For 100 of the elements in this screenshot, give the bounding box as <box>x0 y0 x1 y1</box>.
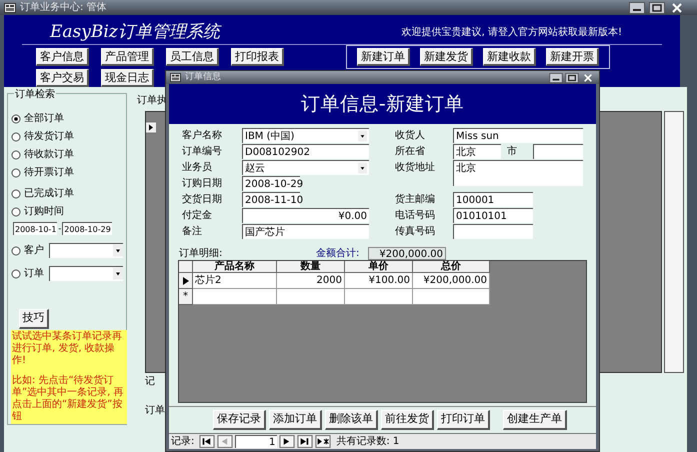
date-field[interactable]: 2008-11-10 <box>242 192 300 207</box>
radio-button[interactable] <box>11 150 21 160</box>
welcome-text: 欢迎提供宝贵建议, 请登入官方网站获取最新版本! <box>402 26 622 40</box>
radio-button[interactable] <box>11 206 21 216</box>
maximize-icon[interactable] <box>649 2 665 14</box>
maximize-icon[interactable] <box>565 72 579 82</box>
date-field[interactable]: 2008-10-29 <box>62 222 112 235</box>
record-label: 记 <box>145 375 156 389</box>
table-cell <box>277 289 345 305</box>
action-button[interactable]: 创建生产单 <box>503 410 567 430</box>
radio-label: 待发货订单 <box>24 130 74 144</box>
action-button[interactable]: 前往发货 <box>381 410 434 430</box>
field-value: 赵云 <box>245 162 265 175</box>
column-header: 单价 <box>345 261 413 273</box>
input-field[interactable]: 01010101 <box>453 208 533 223</box>
date-field[interactable]: 2008-10-29 <box>242 176 300 191</box>
input-field[interactable]: 北京 <box>453 144 501 159</box>
radio-button[interactable] <box>11 132 21 142</box>
radio-label: 客户 <box>24 244 44 258</box>
field-label: 交货日期 <box>182 192 223 207</box>
quick-action-button[interactable]: 新建收款 <box>483 48 536 66</box>
dropdown-field[interactable] <box>49 266 123 281</box>
navigator-label: 记录: <box>171 435 194 449</box>
new-record-icon[interactable] <box>315 435 332 448</box>
quick-action-button[interactable]: 新建订单 <box>357 48 410 66</box>
field-label: 电话号码 <box>395 208 436 223</box>
input-field[interactable] <box>533 144 583 159</box>
tip-text: 比如: 先点击“待发货订单”选中其中一条记录, 再点击上面的“新建发货”按钮 <box>12 375 125 423</box>
amount-field[interactable]: ¥0.00 <box>242 208 369 223</box>
row-marker-icon <box>146 122 156 133</box>
action-button[interactable]: 添加订单 <box>269 410 322 430</box>
nav-button[interactable]: 打印报表 <box>231 48 284 66</box>
dialog-heading: 订单信息-新建订单 <box>300 92 464 117</box>
nav-button[interactable]: 客户信息 <box>36 48 89 66</box>
field-label: 所在省 <box>395 144 426 159</box>
field-label: 订购日期 <box>182 176 223 191</box>
table-cell: ¥100.00 <box>345 273 413 289</box>
table-cell <box>345 289 413 305</box>
input-field[interactable]: 100001 <box>453 192 533 207</box>
column-header: 总价 <box>413 261 490 273</box>
input-field[interactable]: 国产芯片 <box>242 224 369 239</box>
column-header: 数量 <box>277 261 345 273</box>
last-record-icon[interactable] <box>297 435 314 448</box>
action-button[interactable]: 打印订单 <box>437 410 490 430</box>
new-row-marker: * <box>179 289 193 305</box>
record-count: 共有记录数: 1 <box>336 434 400 449</box>
minimize-icon[interactable] <box>549 72 563 82</box>
radio-button[interactable] <box>11 168 21 178</box>
dropdown-field[interactable]: 赵云 <box>242 160 369 175</box>
input-field[interactable] <box>453 224 533 239</box>
next-record-icon[interactable] <box>279 435 296 448</box>
action-button[interactable]: 删除该单 <box>325 410 378 430</box>
radio-button[interactable] <box>11 268 21 278</box>
table-cell: 芯片2 <box>193 273 277 289</box>
tip-text: 试试选中某条订单记录再进行订单, 发货, 收款操作! <box>12 331 123 367</box>
radio-label: 全部订单 <box>24 112 64 126</box>
section-label: 订单明细: <box>179 246 224 260</box>
input-field[interactable]: Miss sun <box>453 128 583 143</box>
quick-action-button[interactable]: 新建开票 <box>546 48 599 66</box>
window-title: 订单业务中心: 管体 <box>20 0 108 15</box>
action-button[interactable]: 保存记录 <box>213 410 266 430</box>
first-record-icon[interactable] <box>199 435 216 448</box>
column-header: 产品名称 <box>193 261 277 273</box>
radio-label: 订购时间 <box>24 204 64 219</box>
date-field[interactable]: 2008-10-1 <box>13 222 58 235</box>
tips-button[interactable]: 技巧 <box>19 309 49 329</box>
minimize-icon[interactable] <box>629 2 645 14</box>
field-label: 市 <box>506 144 518 159</box>
app-icon <box>4 2 16 12</box>
footer-label: 订单 <box>145 404 165 418</box>
radio-button[interactable] <box>11 188 21 198</box>
radio-label: 待收款订单 <box>24 148 74 162</box>
quick-action-button[interactable]: 新建发货 <box>420 48 473 66</box>
field-label: 备注 <box>182 224 203 239</box>
radio-label: 订单 <box>24 266 44 281</box>
nav-button[interactable]: 客户交易 <box>36 69 89 87</box>
dropdown-field[interactable] <box>49 243 123 258</box>
nav-button[interactable]: 现金日志 <box>101 69 154 87</box>
radio-label: 已完成订单 <box>24 186 74 201</box>
nav-button[interactable]: 员工信息 <box>166 48 219 66</box>
app-title: EasyBiz订单管理系统 <box>48 21 220 43</box>
field-label: 客户名称 <box>182 128 223 143</box>
radio-button[interactable] <box>11 246 21 256</box>
close-icon[interactable] <box>581 72 595 82</box>
radio-label: 待开票订单 <box>24 166 74 180</box>
nav-button[interactable]: 产品管理 <box>101 48 154 66</box>
radio-button[interactable] <box>11 114 21 124</box>
input-field[interactable]: 北京 <box>453 160 583 186</box>
dropdown-field[interactable]: IBM (中国) <box>242 128 369 143</box>
app-icon <box>170 73 181 82</box>
total-label: 金额合计: <box>316 246 360 260</box>
field-label: 付定金 <box>182 208 213 223</box>
field-label: 收货人 <box>395 129 426 143</box>
field-label: 传真号码 <box>395 224 436 239</box>
field-label: 货主邮编 <box>395 192 436 207</box>
record-number-field[interactable]: 1 <box>235 435 278 448</box>
field-value: IBM (中国) <box>245 130 294 143</box>
field-label: 业务员 <box>182 160 213 175</box>
input-field[interactable]: D008102902 <box>242 144 369 159</box>
dialog-title: 订单信息 <box>185 70 222 84</box>
